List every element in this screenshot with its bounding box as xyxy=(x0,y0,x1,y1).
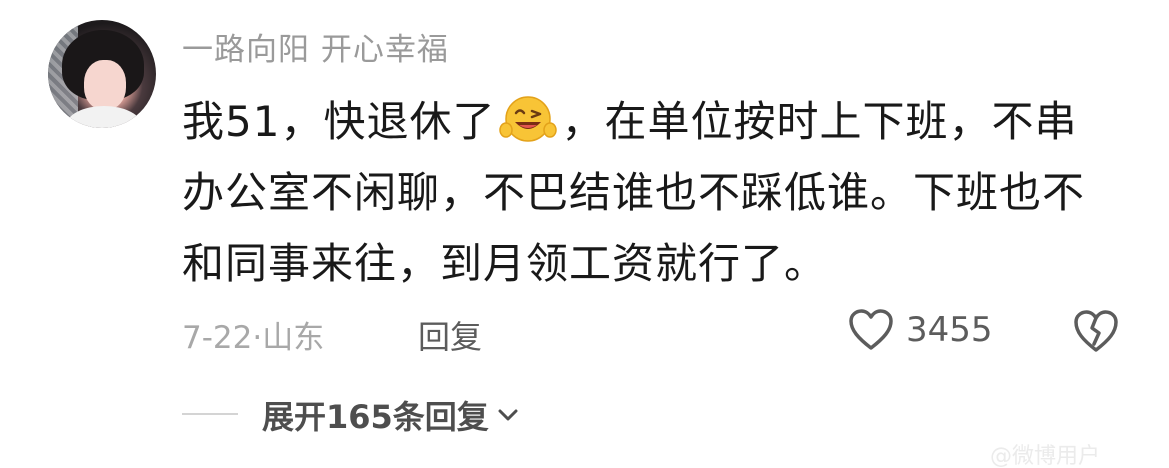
comment-text: 我51，快退休了 ，在单位按时上下班，不串办公室不闲聊，不巴结谁也不踩低谁。下班… xyxy=(182,86,1112,299)
expand-replies-label: 展开165条回复 xyxy=(262,398,489,436)
comment-item: 一路向阳 开心幸福 我51，快退休了 ，在单位按时上下班，不串办公室不闲聊，不巴… xyxy=(0,0,1169,468)
expand-replies-button[interactable]: 展开165条回复 xyxy=(262,392,519,438)
dislike-button[interactable] xyxy=(1072,308,1120,358)
username[interactable]: 一路向阳 开心幸福 xyxy=(182,24,449,69)
reply-button[interactable]: 回复 xyxy=(418,312,482,358)
heart-icon xyxy=(849,309,893,350)
avatar[interactable] xyxy=(48,20,156,128)
expand-divider xyxy=(182,413,238,415)
like-count: 3455 xyxy=(906,310,993,350)
like-button[interactable]: 3455 xyxy=(848,308,993,352)
watermark: @微博用户 xyxy=(990,444,1101,468)
comment-meta: 7-22·山东 xyxy=(182,320,325,356)
comment-text-part1: 我51，快退休了 xyxy=(182,97,496,146)
broken-heart-icon xyxy=(1074,310,1118,352)
avatar-face xyxy=(84,60,126,110)
chevron-down-icon xyxy=(498,409,518,421)
grinning-wink-emoji-icon xyxy=(499,96,558,142)
